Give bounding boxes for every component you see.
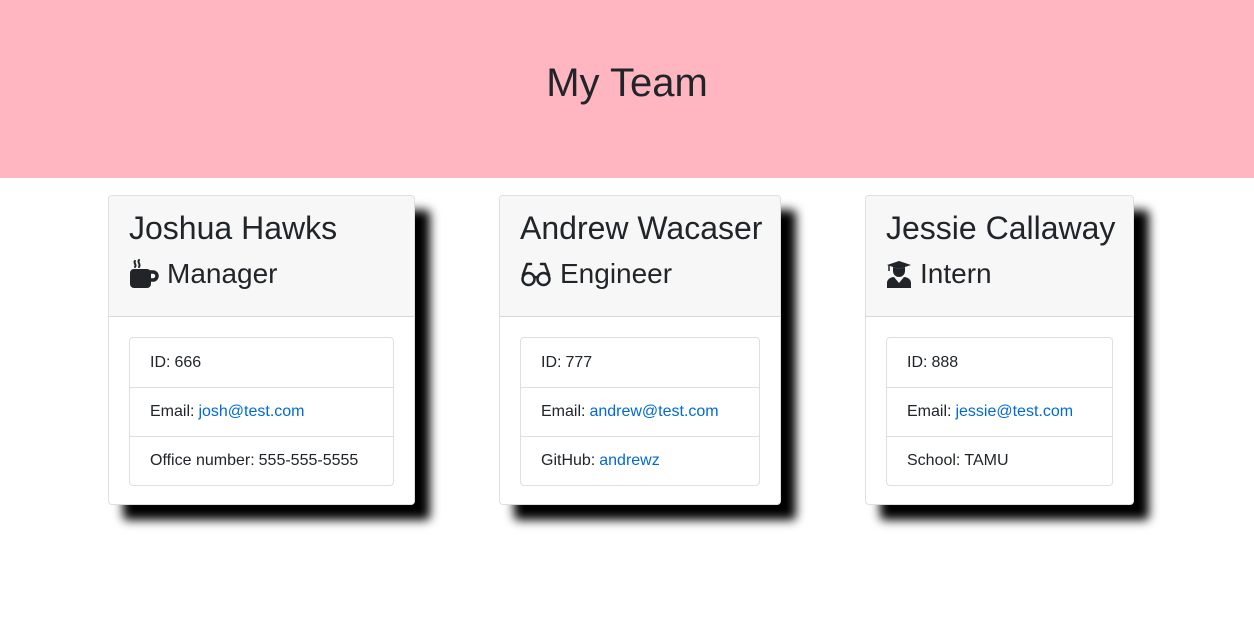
glasses-icon (520, 261, 552, 287)
details-list: ID: 777 Email: andrew@test.com GitHub: a… (520, 337, 760, 486)
school-label: School: (907, 452, 961, 469)
page-title: My Team (546, 61, 708, 105)
role-label: Manager (167, 258, 278, 289)
id-label: ID: (150, 353, 171, 371)
id-value: 888 (931, 353, 959, 371)
card-body: ID: 888 Email: jessie@test.com School: T… (866, 317, 1133, 506)
email-link[interactable]: josh@test.com (198, 403, 304, 421)
employee-role: Intern (886, 254, 1113, 294)
id-label: ID: (907, 353, 928, 371)
employee-card-intern: Jessie Callaway Intern ID: 888 Email: je… (865, 195, 1134, 505)
employee-name: Joshua Hawks (129, 210, 338, 246)
card-header: Joshua Hawks Manager (109, 196, 414, 317)
employee-role: Engineer (520, 254, 760, 294)
employee-name: Jessie Callaway (886, 210, 1116, 246)
list-item-id: ID: 888 (887, 338, 1112, 387)
school-value: TAMU (964, 452, 1009, 469)
employee-card-engineer: Andrew Wacaser Engineer ID: 777 Email: a… (499, 195, 781, 505)
card-header: Andrew Wacaser Engineer (500, 196, 780, 317)
list-item-id: ID: 666 (130, 338, 393, 387)
role-label: Intern (920, 258, 992, 289)
card-header: Jessie Callaway Intern (866, 196, 1133, 317)
list-item-email: Email: andrew@test.com (521, 387, 759, 436)
email-label: Email: (907, 403, 952, 420)
email-link[interactable]: jessie@test.com (955, 403, 1073, 421)
details-list: ID: 888 Email: jessie@test.com School: T… (886, 337, 1113, 486)
user-graduate-icon (886, 260, 912, 288)
github-link[interactable]: andrewz (599, 452, 659, 470)
email-label: Email: (150, 403, 195, 420)
card-body: ID: 666 Email: josh@test.com Office numb… (109, 317, 414, 506)
card-body: ID: 777 Email: andrew@test.com GitHub: a… (500, 317, 780, 506)
list-item-github: GitHub: andrewz (521, 436, 759, 485)
employee-name: Andrew Wacaser (520, 210, 763, 246)
employee-card-manager: Joshua Hawks Manager ID: 666 Email: josh… (108, 195, 415, 505)
id-value: 777 (565, 353, 593, 371)
office-value: 555-555-5555 (258, 452, 359, 469)
list-item-office: Office number: 555-555-5555 (130, 436, 393, 485)
github-label: GitHub: (541, 452, 596, 469)
role-label: Engineer (560, 258, 673, 289)
employee-role: Manager (129, 254, 394, 294)
list-item-email: Email: jessie@test.com (887, 387, 1112, 436)
office-label: Office number: (150, 452, 255, 469)
page-header: My Team (0, 0, 1254, 178)
list-item-email: Email: josh@test.com (130, 387, 393, 436)
list-item-id: ID: 777 (521, 338, 759, 387)
id-label: ID: (541, 353, 562, 371)
id-value: 666 (174, 353, 202, 371)
email-link[interactable]: andrew@test.com (589, 403, 718, 421)
details-list: ID: 666 Email: josh@test.com Office numb… (129, 337, 394, 486)
email-label: Email: (541, 403, 586, 420)
mug-hot-icon (129, 259, 159, 289)
list-item-school: School: TAMU (887, 436, 1112, 485)
